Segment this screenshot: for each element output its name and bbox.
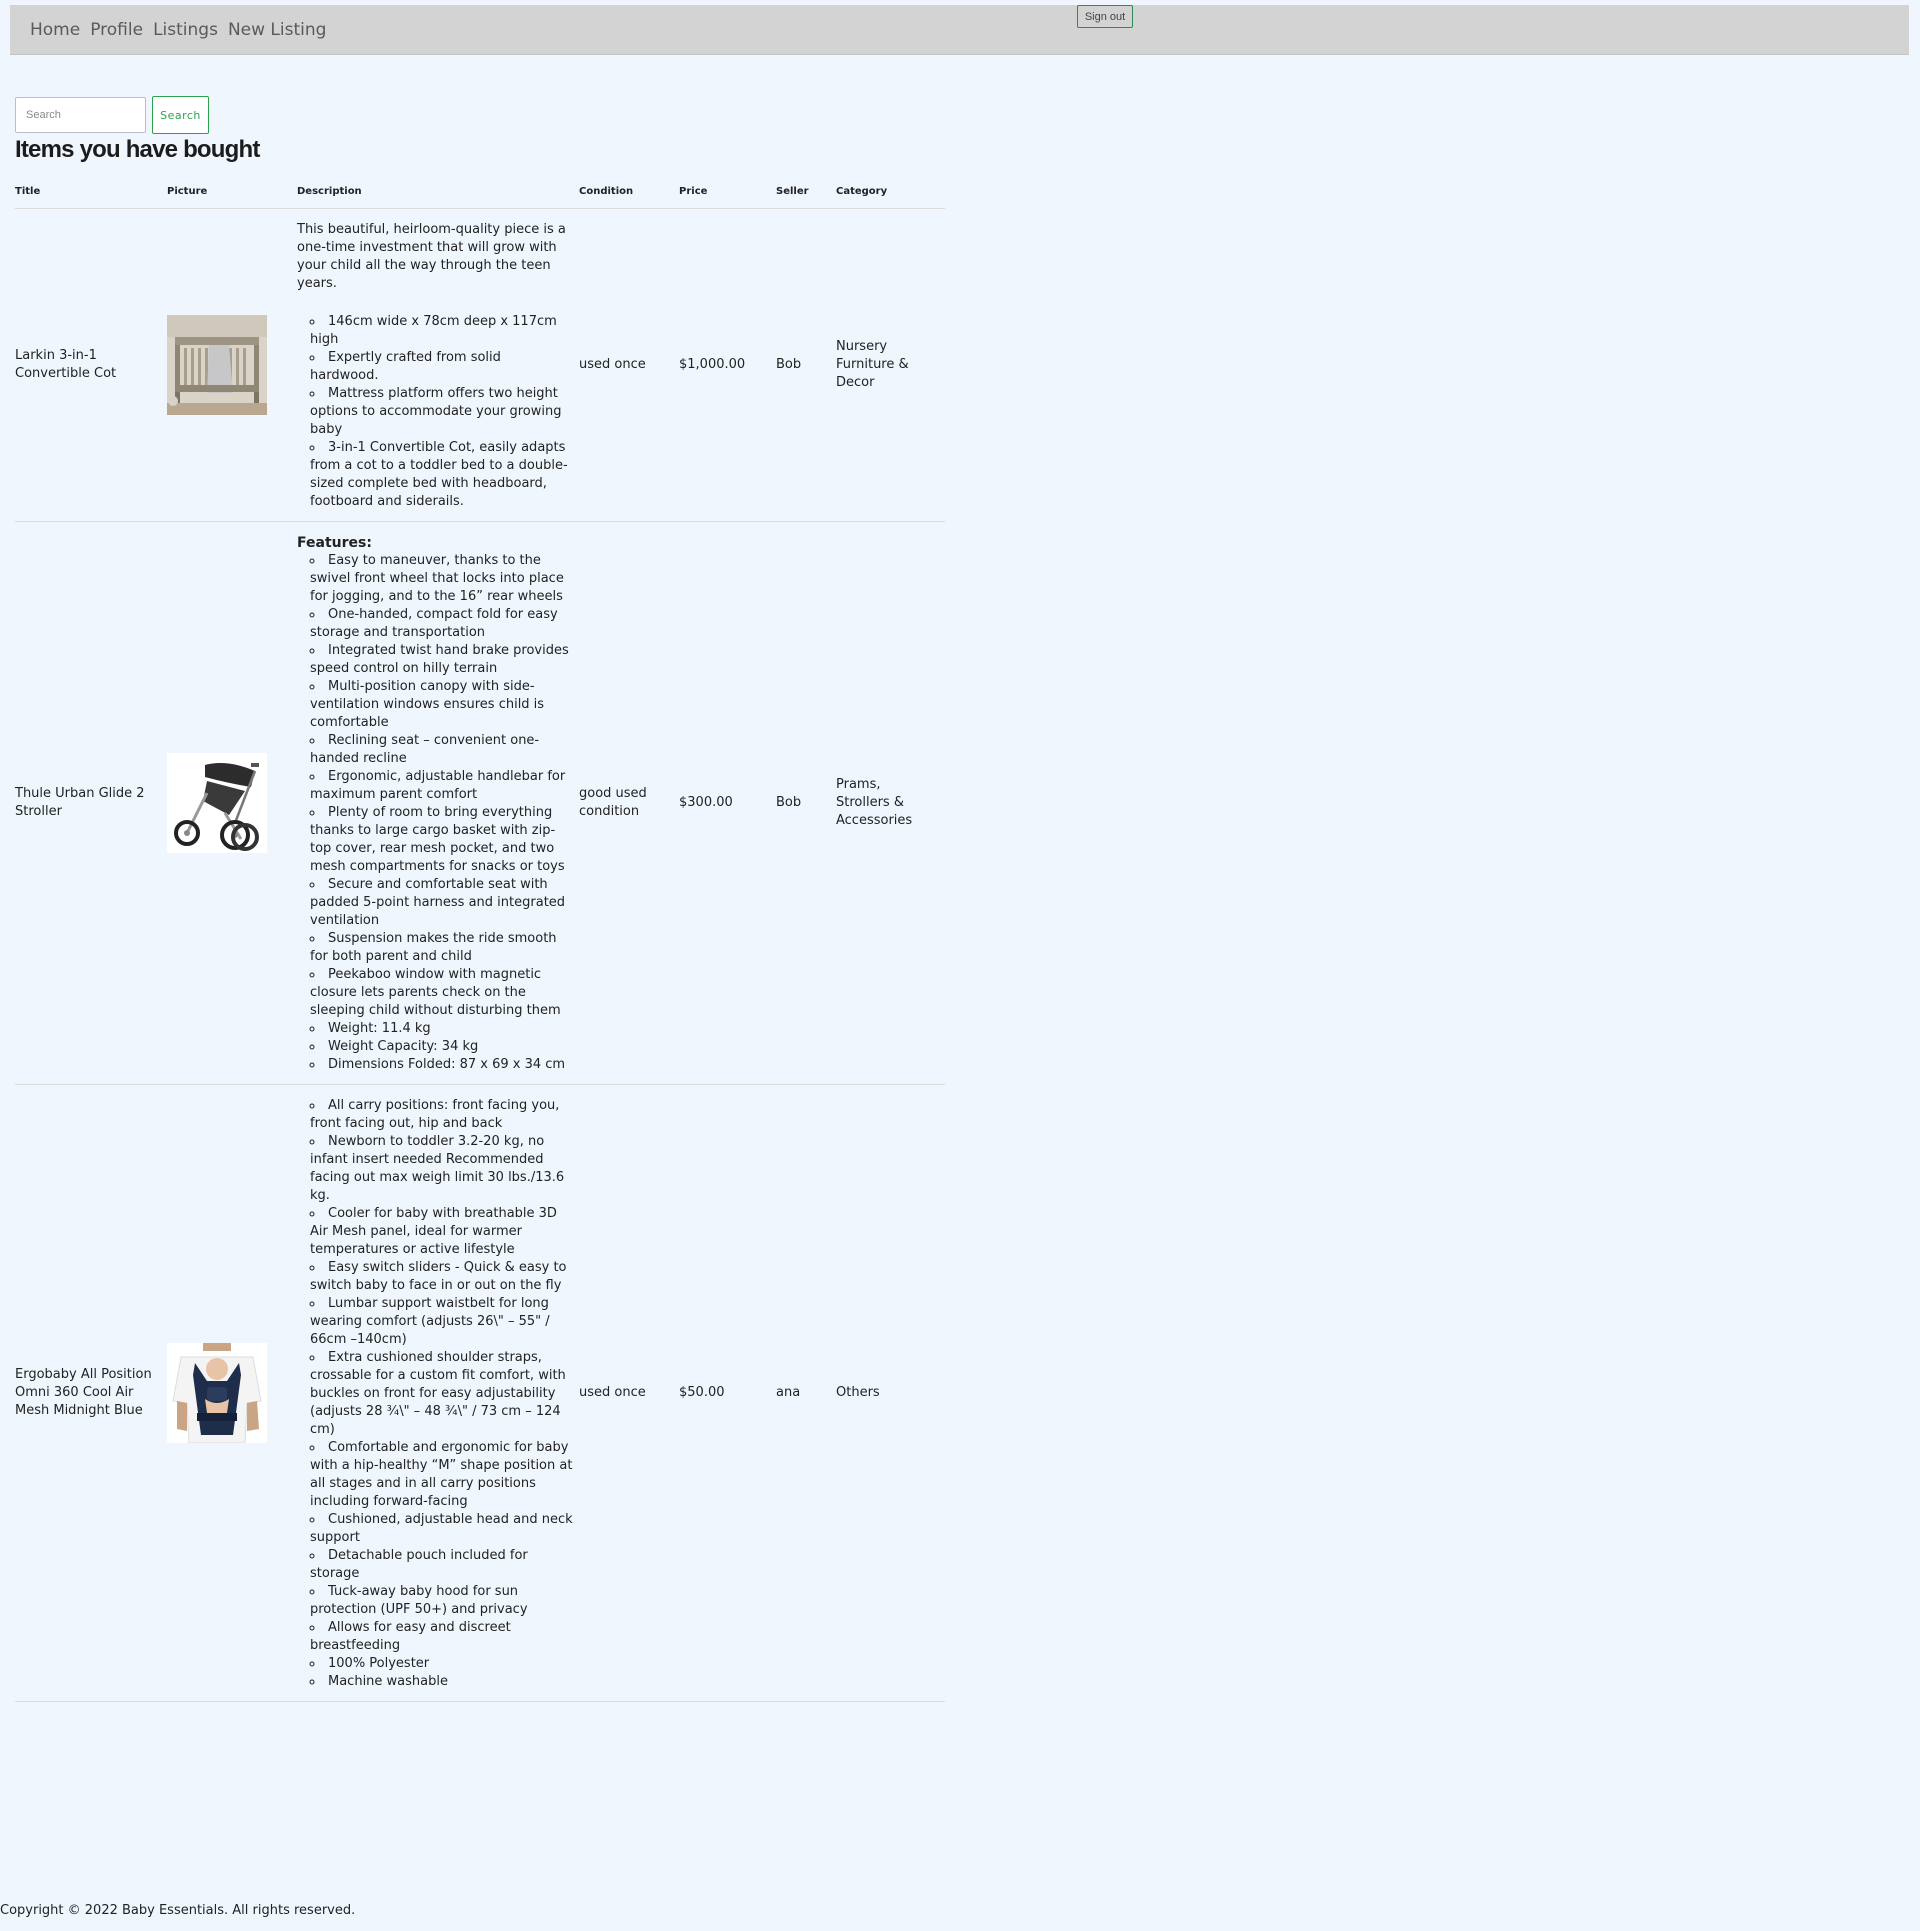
item-description: All carry positions: front facing you, f… <box>297 1084 579 1702</box>
nav-new-listing-link[interactable]: New Listing <box>228 20 327 40</box>
list-item: One-handed, compact fold for easy storag… <box>310 606 579 642</box>
list-item: Machine washable <box>310 1673 579 1691</box>
table-row: Larkin 3-in-1 Convertible Cot This beauti… <box>15 208 945 522</box>
nav-links: Home Profile Listings New Listing <box>30 5 326 54</box>
list-item: Integrated twist hand brake provides spe… <box>310 642 579 678</box>
list-item: Plenty of room to bring everything thank… <box>310 804 579 876</box>
item-category: Nursery Furniture & Decor <box>836 208 945 522</box>
item-seller: Bob <box>776 208 836 522</box>
list-item: Secure and comfortable seat with padded … <box>310 876 579 930</box>
description-list: All carry positions: front facing you, f… <box>297 1097 579 1691</box>
list-item: 100% Polyester <box>310 1655 579 1673</box>
list-item: Newborn to toddler 3.2-20 kg, no infant … <box>310 1133 579 1205</box>
item-price: $1,000.00 <box>679 208 776 522</box>
description-list: Easy to maneuver, thanks to the swivel f… <box>297 552 579 1074</box>
table-header-row: Title Picture Description Condition Pric… <box>15 176 945 209</box>
list-item: Lumbar support waistbelt for long wearin… <box>310 1295 579 1349</box>
header-category: Category <box>836 176 945 209</box>
header-picture: Picture <box>167 176 297 209</box>
top-navbar: Home Profile Listings New Listing Sign o… <box>10 5 1909 55</box>
list-item: Comfortable and ergonomic for baby with … <box>310 1439 579 1511</box>
header-seller: Seller <box>776 176 836 209</box>
table-row: Ergobaby All Position Omni 360 Cool Air … <box>15 1084 945 1702</box>
item-description: Features:Easy to maneuver, thanks to the… <box>297 521 579 1085</box>
item-condition: used once <box>579 208 679 522</box>
list-item: Weight Capacity: 34 kg <box>310 1038 579 1056</box>
item-condition: used once <box>579 1084 679 1702</box>
search-input[interactable] <box>15 97 146 133</box>
header-description: Description <box>297 176 579 209</box>
header-price: Price <box>679 176 776 209</box>
list-item: Multi-position canopy with side-ventilat… <box>310 678 579 732</box>
description-list: 146cm wide x 78cm deep x 117cm highExper… <box>297 313 579 511</box>
baby-carrier-photo[interactable] <box>167 1343 297 1443</box>
list-item: Cooler for baby with breathable 3D Air M… <box>310 1205 579 1259</box>
description-heading: Features: <box>297 535 372 551</box>
list-item: Mattress platform offers two height opti… <box>310 385 579 439</box>
item-description: This beautiful, heirloom-quality piece i… <box>297 208 579 522</box>
list-item: Tuck-away baby hood for sun protection (… <box>310 1583 579 1619</box>
list-item: Weight: 11.4 kg <box>310 1020 579 1038</box>
list-item: Expertly crafted from solid hardwood. <box>310 349 579 385</box>
list-item: Allows for easy and discreet breastfeedi… <box>310 1619 579 1655</box>
item-title: Larkin 3-in-1 Convertible Cot <box>15 208 167 522</box>
bought-items-table: Title Picture Description Condition Pric… <box>15 176 945 1702</box>
search-bar: Search <box>15 96 209 134</box>
list-item: Suspension makes the ride smooth for bot… <box>310 930 579 966</box>
item-title: Ergobaby All Position Omni 360 Cool Air … <box>15 1084 167 1702</box>
nav-profile-link[interactable]: Profile <box>90 20 143 40</box>
item-picture <box>167 521 297 1085</box>
page-title: Items you have bought <box>15 136 260 163</box>
item-category: Others <box>836 1084 945 1702</box>
cot-photo[interactable] <box>167 315 297 415</box>
sign-out-button[interactable]: Sign out <box>1077 5 1133 28</box>
item-condition: good used condition <box>579 521 679 1085</box>
table-row: Thule Urban Glide 2 Stroller Features:Eas… <box>15 521 945 1085</box>
list-item: Reclining seat – convenient one-handed r… <box>310 732 579 768</box>
item-seller: ana <box>776 1084 836 1702</box>
item-picture <box>167 208 297 522</box>
list-item: Cushioned, adjustable head and neck supp… <box>310 1511 579 1547</box>
list-item: Ergonomic, adjustable handlebar for maxi… <box>310 768 579 804</box>
item-category: Prams, Strollers & Accessories <box>836 521 945 1085</box>
nav-home-link[interactable]: Home <box>30 20 80 40</box>
description-intro: This beautiful, heirloom-quality piece i… <box>297 222 566 291</box>
list-item: 3-in-1 Convertible Cot, easily adapts fr… <box>310 439 579 511</box>
nav-listings-link[interactable]: Listings <box>153 20 218 40</box>
item-seller: Bob <box>776 521 836 1085</box>
list-item: Dimensions Folded: 87 x 69 x 34 cm <box>310 1056 579 1074</box>
list-item: Peekaboo window with magnetic closure le… <box>310 966 579 1020</box>
footer-copyright: Copyright © 2022 Baby Essentials. All ri… <box>0 1903 356 1918</box>
search-button[interactable]: Search <box>152 96 209 134</box>
list-item: 146cm wide x 78cm deep x 117cm high <box>310 313 579 349</box>
item-picture <box>167 1084 297 1702</box>
list-item: Easy switch sliders - Quick & easy to sw… <box>310 1259 579 1295</box>
item-price: $300.00 <box>679 521 776 1085</box>
header-title: Title <box>15 176 167 209</box>
item-price: $50.00 <box>679 1084 776 1702</box>
stroller-photo[interactable] <box>167 753 297 853</box>
header-condition: Condition <box>579 176 679 209</box>
item-title: Thule Urban Glide 2 Stroller <box>15 521 167 1085</box>
list-item: All carry positions: front facing you, f… <box>310 1097 579 1133</box>
list-item: Easy to maneuver, thanks to the swivel f… <box>310 552 579 606</box>
list-item: Detachable pouch included for storage <box>310 1547 579 1583</box>
list-item: Extra cushioned shoulder straps, crossab… <box>310 1349 579 1439</box>
